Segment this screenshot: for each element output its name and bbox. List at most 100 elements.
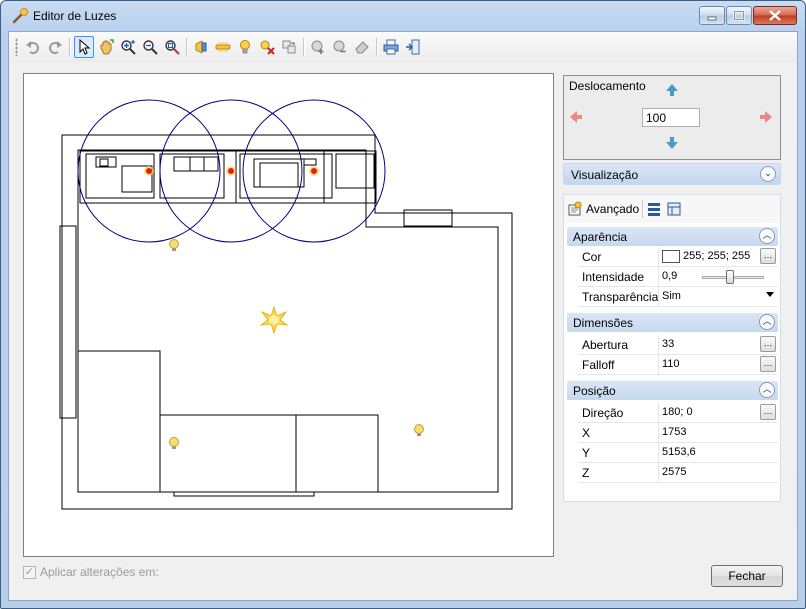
delete-light-button[interactable] [257,36,277,58]
property-row-falloff[interactable]: Falloff 110 … [578,355,778,375]
remove-from-group-button[interactable] [330,36,350,58]
toolbar-separator [376,38,377,56]
group-add-icon [311,40,324,54]
category-dimensions[interactable]: Dimensões ︿ [567,313,778,332]
pan-right-arrow-icon[interactable] [759,110,773,124]
property-name: Intensidade [582,270,645,284]
spot-light-2[interactable] [226,166,236,176]
add-spot-light-button[interactable] [191,36,211,58]
pan-step-input[interactable] [642,108,700,127]
apply-changes: ✓ Aplicar alterações em: [23,565,159,579]
sun-light[interactable] [259,305,289,335]
property-row-transparency[interactable]: Transparência Sim [578,287,778,307]
dropdown-arrow-icon[interactable] [766,292,774,297]
property-row-color[interactable]: Cor 255; 255; 255 … [578,247,778,267]
categorized-view-icon[interactable] [646,201,662,217]
column-divider [658,443,659,462]
category-appearance-label: Aparência [573,230,628,244]
visualization-label: Visualização [571,168,639,182]
light-editor-app-icon [12,7,29,24]
intensity-slider-thumb[interactable] [726,270,734,284]
ellipsis-button[interactable]: … [760,404,776,420]
zoom-out-button[interactable] [140,36,160,58]
linear-light-icon [215,42,231,52]
spot-light-1[interactable] [144,166,154,176]
apply-changes-checkbox[interactable]: ✓ [23,565,36,579]
property-row-x[interactable]: X 1753 [578,423,778,443]
spot-light-icon [195,40,207,54]
close-window-button[interactable] [753,6,797,25]
export-button[interactable] [403,36,423,58]
toolbar-separator [303,38,304,56]
undo-button[interactable] [23,36,43,58]
collapse-icon[interactable]: ︿ [759,228,775,244]
zoom-extents-button[interactable] [162,36,182,58]
zoom-out-icon [143,40,158,55]
property-name: Abertura [582,338,629,352]
properties-icon[interactable] [567,201,583,217]
delete-light-icon [260,40,275,55]
cabinet-3 [159,153,225,199]
title-bar[interactable]: Editor de Luzes [1,1,805,31]
pan-down-arrow-icon[interactable] [665,136,679,150]
floor-plan-drawing[interactable] [24,74,555,558]
category-position[interactable]: Posição ︿ [567,381,778,400]
property-row-intensity[interactable]: Intensidade 0,9 [578,267,778,287]
bulb-light-3[interactable] [414,424,424,437]
pan-left-arrow-icon[interactable] [569,110,583,124]
property-row-direction[interactable]: Direção 180; 0 … [578,403,778,423]
column-divider [658,423,659,442]
redo-icon [49,41,62,54]
spot-light-3[interactable] [309,166,319,176]
light-editor-window: Editor de Luzes ✓ Aplicar alterações em:… [0,0,806,609]
add-to-group-button[interactable] [308,36,328,58]
add-linear-light-button[interactable] [213,36,233,58]
property-row-aperture[interactable]: Abertura 33 … [578,335,778,355]
copy-light-button[interactable] [279,36,299,58]
ellipsis-button[interactable]: … [760,336,776,352]
bulb-light-1[interactable] [169,239,179,252]
property-name: Y [582,446,591,460]
alphabetical-view-icon[interactable] [666,201,682,217]
collapse-icon[interactable]: ︿ [759,382,775,398]
column-divider [658,463,659,482]
eraser-button[interactable] [352,36,372,58]
select-tool-button[interactable] [74,36,94,58]
toolbar-grip[interactable] [15,38,18,56]
color-swatch [662,250,680,263]
bulb-light-2[interactable] [169,437,179,450]
property-value: 110 [662,358,680,370]
floor-plan-canvas[interactable] [23,73,554,557]
pan-up-arrow-icon[interactable] [665,83,679,97]
toolbar-separator [69,38,70,56]
maximize-button[interactable] [726,6,752,25]
pan-tool-button[interactable] [96,36,116,58]
property-name: Direção [582,406,624,420]
category-appearance[interactable]: Aparência ︿ [567,227,778,246]
column-divider [658,247,659,266]
door-bottom [173,491,315,497]
column-divider [658,403,659,422]
ellipsis-button[interactable]: … [760,248,776,264]
property-name: X [582,426,591,440]
visualization-header[interactable]: Visualização ⌄ [563,163,781,185]
property-name: Transparência [582,290,659,304]
collapse-icon[interactable]: ︿ [759,314,775,330]
property-row-y[interactable]: Y 5153,6 [578,443,778,463]
redo-button[interactable] [45,36,65,58]
column-divider [658,287,659,306]
minimize-button[interactable] [699,6,725,25]
property-row-z[interactable]: Z 2575 [578,463,778,483]
outer-wall [61,134,513,510]
close-dialog-button[interactable]: Fechar [711,565,783,587]
zoom-in-button[interactable] [118,36,138,58]
property-value: 180; 0 [662,406,693,418]
property-value: 5153,6 [662,446,696,458]
print-button[interactable] [381,36,401,58]
ellipsis-button[interactable]: … [760,356,776,372]
property-value: Sim [662,290,681,302]
fridge-inner [259,162,299,188]
expand-icon[interactable]: ⌄ [760,166,776,182]
advanced-label[interactable]: Avançado [586,202,639,216]
add-bulb-light-button[interactable] [235,36,255,58]
